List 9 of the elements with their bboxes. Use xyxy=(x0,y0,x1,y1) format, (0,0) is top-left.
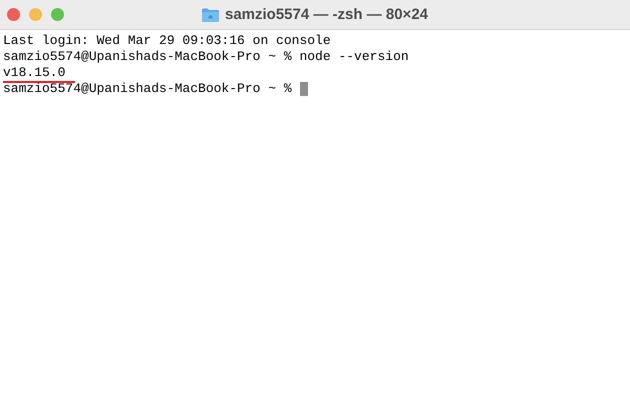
close-button[interactable] xyxy=(7,8,20,21)
terminal-line: Last login: Wed Mar 29 09:03:16 on console xyxy=(3,33,331,49)
terminal-line: v18.15.0 xyxy=(3,65,76,83)
terminal-line: samzio5574@Upanishads-MacBook-Pro ~ % xyxy=(3,81,292,97)
terminal-line: samzio5574@Upanishads-MacBook-Pro ~ % node --version xyxy=(3,49,409,65)
folder-icon xyxy=(202,8,219,22)
minimize-button[interactable] xyxy=(29,8,42,21)
zoom-button[interactable] xyxy=(51,8,64,21)
window-title: samzio5574 — -zsh — 80×24 xyxy=(224,6,428,23)
